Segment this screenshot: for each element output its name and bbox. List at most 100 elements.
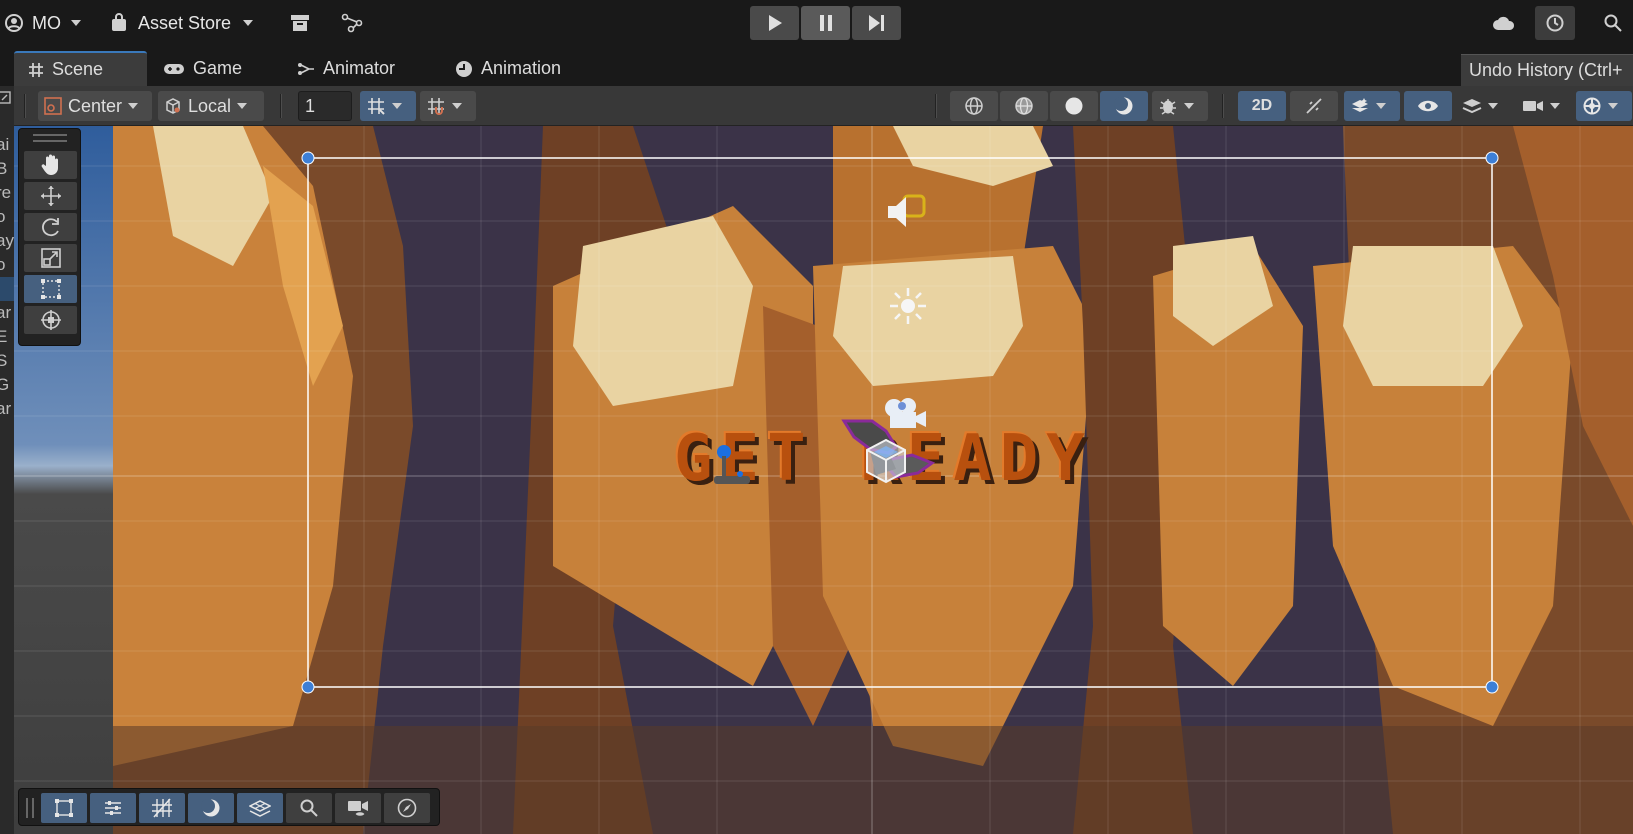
overlay-drag-handle[interactable]	[33, 134, 67, 142]
debug-draw-mode-dropdown[interactable]	[1152, 91, 1208, 121]
pivot-mode-label: Center	[68, 95, 123, 116]
tab-game[interactable]: Game	[149, 51, 256, 86]
camera-icon	[1523, 101, 1543, 111]
toolbar-grip[interactable]	[24, 94, 26, 118]
package-icon	[291, 15, 309, 31]
compass-icon	[397, 798, 417, 818]
overlay-lighting-button[interactable]	[188, 793, 234, 823]
draw-mode-wireframe[interactable]	[950, 91, 998, 121]
overlay-camera-button[interactable]	[335, 793, 381, 823]
undo-history-button[interactable]	[1535, 6, 1575, 40]
rect-handle-top-left[interactable]	[300, 150, 316, 166]
pivot-mode-dropdown[interactable]: Center	[38, 91, 152, 121]
layers-dropdown[interactable]	[1456, 91, 1512, 121]
overlay-settings-button[interactable]	[90, 793, 136, 823]
scene-view[interactable]: GET READY	[14, 126, 1633, 834]
hierarchy-item-fragment[interactable]: E	[0, 325, 14, 349]
search-icon	[300, 799, 318, 817]
hierarchy-item-fragment[interactable]: ay	[0, 229, 14, 253]
rotate-tool-button[interactable]	[24, 213, 77, 241]
gizmos-dropdown[interactable]	[1576, 91, 1632, 121]
play-button[interactable]	[750, 6, 799, 40]
version-control-icon	[341, 13, 363, 33]
toolbar-separator	[935, 94, 937, 118]
toggle-2d-button[interactable]: 2D	[1238, 91, 1286, 121]
overlay-layers-button[interactable]	[237, 793, 283, 823]
rect-handle-top-right[interactable]	[1484, 150, 1500, 166]
grid-size-value: 1	[305, 95, 316, 116]
rect-select-icon	[55, 799, 73, 817]
asset-store-dropdown[interactable]: Asset Store	[110, 8, 254, 38]
tab-undo-history[interactable]: Undo History (Ctrl+	[1461, 54, 1633, 86]
hierarchy-item-fragment[interactable]: G	[0, 373, 14, 397]
package-button[interactable]	[280, 6, 320, 40]
asset-store-label: Asset Store	[138, 12, 232, 33]
search-button[interactable]	[1593, 6, 1633, 40]
scene-lighting-toggle[interactable]	[1290, 91, 1338, 121]
light-gizmo-icon[interactable]	[888, 286, 928, 326]
input-joystick-gizmo-icon[interactable]	[712, 444, 756, 490]
draw-mode-shaded-wireframe[interactable]	[1000, 91, 1048, 121]
tab-animation[interactable]: Animation	[441, 51, 575, 86]
account-dropdown[interactable]: MO	[4, 8, 81, 38]
chevron-down-icon	[452, 103, 462, 109]
clock-icon	[456, 60, 472, 77]
overlay-rect-button[interactable]	[41, 793, 87, 823]
panel-maximize-icon[interactable]	[0, 90, 12, 106]
view-tool-button[interactable]	[24, 151, 77, 179]
pivot-rotation-label: Local	[188, 95, 232, 116]
transform-tool-button[interactable]	[24, 306, 77, 334]
tab-animator[interactable]: Animator	[283, 51, 409, 86]
cloud-button[interactable]	[1484, 6, 1524, 40]
hierarchy-item-fragment[interactable]: ai	[0, 133, 14, 157]
bottom-overlay-toolbar	[18, 788, 440, 826]
toolbar-separator	[280, 94, 282, 118]
cloud-icon	[1493, 16, 1515, 30]
pause-icon	[819, 15, 832, 31]
effects-layers-icon	[1352, 98, 1368, 112]
game-object-cube-icon[interactable]	[864, 438, 908, 484]
shaded-sphere-icon	[1065, 97, 1083, 115]
overlay-orientation-button[interactable]	[384, 793, 430, 823]
rect-handle-bottom-right[interactable]	[1484, 679, 1500, 695]
hierarchy-item-fragment[interactable]: B	[0, 157, 14, 181]
rect-tool-button[interactable]	[24, 275, 77, 303]
overlay-search-button[interactable]	[286, 793, 332, 823]
hierarchy-item-fragment[interactable]: ar	[0, 397, 14, 421]
hierarchy-item-fragment[interactable]: ar	[0, 301, 14, 325]
overlay-drag-handle[interactable]	[26, 798, 34, 818]
rect-handle-bottom-left[interactable]	[300, 679, 316, 695]
scale-tool-button[interactable]	[24, 244, 77, 272]
version-control-button[interactable]	[332, 6, 372, 40]
pivot-rotation-dropdown[interactable]: Local	[158, 91, 264, 121]
lighting-moon-icon	[1114, 97, 1133, 115]
tools-overlay	[18, 128, 81, 346]
step-icon	[868, 15, 884, 31]
scene-visibility-toggle[interactable]	[1404, 91, 1452, 121]
draw-mode-shaded[interactable]	[1050, 91, 1098, 121]
grid-snapping-toggle[interactable]	[420, 91, 476, 121]
grid-axis-icon	[368, 98, 385, 115]
step-button[interactable]	[852, 6, 901, 40]
chevron-down-icon	[128, 103, 139, 109]
chevron-down-icon	[1376, 103, 1386, 109]
audio-source-gizmo-icon[interactable]	[884, 190, 928, 234]
hierarchy-item-fragment[interactable]: o	[0, 253, 14, 277]
tab-scene[interactable]: Scene	[14, 51, 147, 86]
history-icon	[1546, 14, 1564, 32]
hierarchy-item-fragment[interactable]: re	[0, 181, 14, 205]
chevron-down-icon	[1550, 103, 1560, 109]
draw-mode-unlit[interactable]	[1100, 91, 1148, 121]
scene-effects-dropdown[interactable]	[1344, 91, 1400, 121]
account-label: MO	[32, 12, 61, 33]
hierarchy-item-fragment[interactable]	[0, 277, 14, 301]
pause-button[interactable]	[801, 6, 850, 40]
tab-label: Undo History (Ctrl+	[1469, 60, 1623, 80]
overlay-grid-button[interactable]	[139, 793, 185, 823]
hierarchy-item-fragment[interactable]: o	[0, 205, 14, 229]
move-tool-button[interactable]	[24, 182, 77, 210]
hierarchy-item-fragment[interactable]: S	[0, 349, 14, 373]
grid-visibility-toggle[interactable]	[360, 91, 416, 121]
scene-camera-dropdown[interactable]	[1516, 91, 1572, 121]
grid-size-field[interactable]: 1	[298, 91, 352, 121]
